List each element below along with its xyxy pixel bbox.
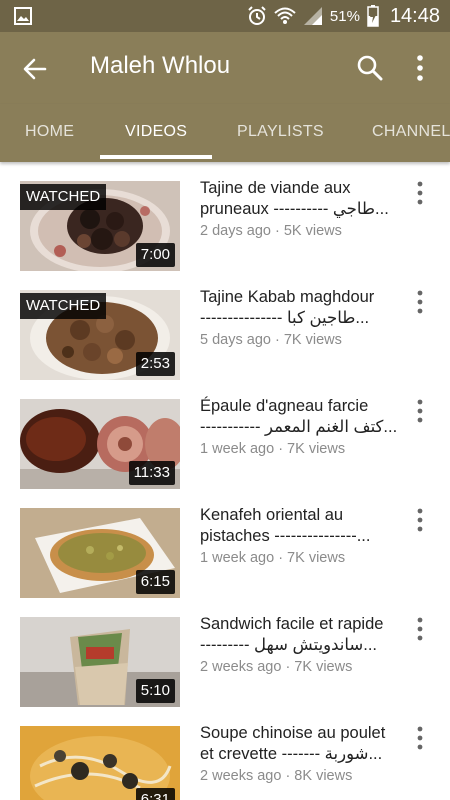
channel-title: Maleh Whlou [90, 52, 231, 79]
video-meta: 2 days ago · 5K views [200, 223, 342, 239]
duration-badge: 5:10 [135, 679, 175, 703]
video-item[interactable]: 6:31 Soupe chinoise au poulet et crevett… [0, 707, 450, 800]
video-item[interactable]: 11:33 Épaule d'agneau farcie -----------… [0, 380, 450, 489]
signal-icon [303, 7, 322, 25]
video-title: Tajine Kabab maghdour --------------- طا… [200, 287, 405, 329]
video-item[interactable]: WATCHED 2:53 Tajine Kabab maghdour -----… [0, 271, 450, 380]
battery-percent: 51% [329, 7, 360, 25]
video-meta: 2 weeks ago · 8K views [200, 768, 353, 784]
video-thumbnail[interactable]: WATCHED 2:53 [20, 290, 180, 380]
video-title-line2: --------- ساندويتش سهل... [200, 636, 378, 654]
alarm-icon [248, 6, 266, 25]
video-item[interactable]: 5:10 Sandwich facile et rapide ---------… [0, 598, 450, 707]
more-vert-icon[interactable] [410, 616, 430, 642]
video-meta: 5 days ago · 7K views [200, 332, 342, 348]
duration-badge: 6:31 [135, 788, 175, 800]
more-vert-icon[interactable] [410, 725, 430, 751]
video-thumbnail[interactable]: WATCHED 7:00 [20, 181, 180, 271]
video-title-line2: et crevette ------- شوربة... [200, 745, 383, 763]
watched-badge: WATCHED [20, 184, 107, 210]
duration-badge: 7:00 [135, 243, 175, 267]
back-arrow-icon[interactable] [20, 54, 50, 84]
video-title-line1: Kenafeh oriental au [200, 506, 344, 524]
more-vert-icon[interactable] [410, 180, 430, 206]
duration-badge: 6:15 [135, 570, 175, 594]
video-title: Sandwich facile et rapide --------- ساند… [200, 614, 405, 656]
tab-home[interactable]: HOME [25, 104, 74, 162]
video-title-line2: --------------- طاجين كبا... [200, 309, 370, 327]
video-title-line1: Soupe chinoise au poulet [200, 724, 386, 742]
video-title: Kenafeh oriental au pistaches ----------… [200, 505, 405, 547]
watched-badge: WATCHED [20, 293, 107, 319]
video-title: Soupe chinoise au poulet et crevette ---… [200, 723, 405, 765]
video-title-line1: Épaule d'agneau farcie [200, 397, 369, 415]
video-title: Épaule d'agneau farcie ----------- كتف ا… [200, 396, 405, 438]
video-thumbnail[interactable]: 6:15 [20, 508, 180, 598]
video-title-line2: ----------- كتف الغنم المعمر... [200, 418, 398, 436]
active-tab-indicator [100, 155, 212, 159]
video-meta: 1 week ago · 7K views [200, 441, 346, 457]
more-vert-icon[interactable] [410, 507, 430, 533]
video-title-line2: pistaches ---------------... [200, 527, 371, 545]
more-vert-icon[interactable] [408, 54, 432, 82]
tab-playlists[interactable]: PLAYLISTS [237, 104, 324, 162]
status-bar: 51% 14:48 [0, 0, 450, 32]
gallery-icon [14, 7, 32, 25]
video-title-line1: Sandwich facile et rapide [200, 615, 384, 633]
video-title-line1: Tajine de viande aux [200, 179, 351, 197]
video-list: WATCHED 7:00 Tajine de viande aux prunea… [0, 162, 450, 800]
video-meta: 1 week ago · 7K views [200, 550, 346, 566]
clock: 14:48 [389, 4, 440, 27]
wifi-icon [274, 7, 296, 24]
video-thumbnail[interactable]: 5:10 [20, 617, 180, 707]
video-meta: 2 weeks ago · 7K views [200, 659, 353, 675]
tab-bar: HOME VIDEOS PLAYLISTS CHANNELS [0, 104, 450, 162]
duration-badge: 2:53 [135, 352, 175, 376]
video-item[interactable]: 6:15 Kenafeh oriental au pistaches -----… [0, 489, 450, 598]
video-title-line2: pruneaux ---------- طاجي... [200, 200, 389, 218]
video-thumbnail[interactable]: 6:31 [20, 726, 180, 800]
duration-badge: 11:33 [128, 461, 175, 485]
more-vert-icon[interactable] [410, 398, 430, 424]
app-bar: Maleh Whlou [0, 32, 450, 104]
video-title-line1: Tajine Kabab maghdour [200, 288, 375, 306]
tab-videos[interactable]: VIDEOS [125, 104, 187, 162]
search-icon[interactable] [356, 54, 384, 82]
more-vert-icon[interactable] [410, 289, 430, 315]
video-item[interactable]: WATCHED 7:00 Tajine de viande aux prunea… [0, 162, 450, 271]
video-thumbnail[interactable]: 11:33 [20, 399, 180, 489]
tab-channels[interactable]: CHANNELS [372, 104, 450, 162]
battery-charging-icon [367, 5, 379, 27]
video-title: Tajine de viande aux pruneaux ----------… [200, 178, 405, 220]
